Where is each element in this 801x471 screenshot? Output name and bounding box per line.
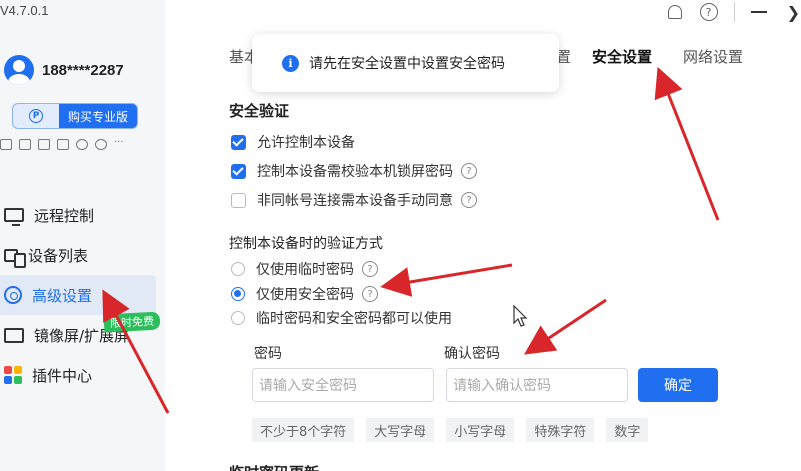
arrow-to-security-password-radio	[380, 263, 513, 297]
buy-pro-button[interactable]: P 购买专业版	[12, 103, 138, 129]
more-icon[interactable]: ···	[114, 138, 126, 150]
radio-temp-password[interactable]: 仅使用临时密码 ?	[231, 259, 378, 279]
rule-tag: 特殊字符	[526, 418, 595, 442]
checkbox[interactable]	[231, 134, 246, 150]
rule-tag: 不少于8个字符	[252, 418, 355, 442]
free-badge: 限时免费	[103, 311, 161, 333]
sidebar: V4.7.0.1 188****2287 P 购买专业版 ··· 远程控制 设备…	[0, 0, 165, 471]
close-icon[interactable]: ❯	[787, 3, 800, 22]
checkbox[interactable]	[231, 192, 246, 208]
pro-icon-wrap: P	[13, 104, 59, 128]
confirm-button[interactable]: 确定	[638, 368, 718, 402]
divider	[733, 2, 735, 22]
radio-both-passwords[interactable]: 临时密码和安全密码都可以使用	[231, 308, 452, 328]
option-allow-control[interactable]: 允许控制本设备	[231, 132, 355, 152]
bell-icon[interactable]	[667, 5, 682, 19]
rule-tag: 小写字母	[446, 418, 515, 442]
sidebar-item-label: 远程控制	[34, 206, 95, 225]
option-manual-approve[interactable]: 非同帐号连接需本设备手动同意 ?	[231, 190, 477, 210]
radio-button[interactable]	[231, 262, 245, 276]
app-version: V4.7.0.1	[0, 3, 49, 18]
sidebar-item-advanced-settings[interactable]: 高级设置	[0, 275, 156, 315]
mirror-screen-icon	[4, 327, 24, 343]
sidebar-item-device-list[interactable]: 设备列表	[0, 235, 165, 275]
sidebar-item-plugin-center[interactable]: 插件中心	[0, 355, 165, 395]
info-icon: i	[282, 54, 299, 72]
plugin-icon	[4, 366, 22, 384]
option-label: 允许控制本设备	[257, 135, 355, 151]
radio-label: 临时密码和安全密码都可以使用	[256, 311, 452, 327]
section-title-verify: 控制本设备时的验证方式	[229, 236, 383, 252]
app-window: V4.7.0.1 188****2287 P 购买专业版 ··· 远程控制 设备…	[0, 0, 801, 471]
window-controls: ? ❯	[667, 0, 801, 24]
tab-network-settings[interactable]: 网络设置	[683, 46, 743, 67]
section-title-security: 安全验证	[229, 102, 290, 120]
radio-button[interactable]	[231, 287, 245, 301]
devices-icon	[4, 248, 26, 268]
password-rules: 不少于8个字符 大写字母 小写字母 特殊字符 数字	[252, 418, 649, 442]
help-icon[interactable]: ?	[699, 3, 718, 21]
option-lock-password[interactable]: 控制本设备需校验本机锁屏密码 ?	[231, 161, 477, 181]
feature-monitor-icon[interactable]	[57, 139, 69, 150]
help-icon[interactable]: ?	[461, 192, 477, 208]
confirm-password-input[interactable]: 请输入确认密码	[446, 368, 628, 402]
arrow-to-security-tab	[654, 66, 720, 221]
feature-icons: ···	[0, 138, 126, 150]
sidebar-item-label: 设备列表	[28, 246, 89, 265]
confirm-password-label: 确认密码	[444, 346, 500, 362]
radio-label: 仅使用临时密码	[256, 262, 354, 278]
feature-rocket-icon[interactable]	[76, 139, 88, 150]
password-input[interactable]: 请输入安全密码	[252, 368, 434, 402]
cursor-icon	[513, 305, 528, 327]
feature-screen-icon[interactable]	[19, 139, 31, 150]
arrow-to-confirm-field	[524, 298, 607, 355]
toast-message: i 请先在安全设置中设置安全密码	[252, 34, 559, 92]
section-title-temp-update: 临时密码更新	[229, 462, 319, 471]
tab-security-settings[interactable]: 安全设置	[592, 46, 652, 67]
buy-pro-label: 购买专业版	[67, 109, 128, 124]
help-icon[interactable]: ?	[461, 163, 477, 179]
minimize-button[interactable]	[750, 11, 767, 13]
settings-icon	[4, 286, 22, 304]
user-name: 188****2287	[42, 61, 124, 79]
radio-label: 仅使用安全密码	[256, 287, 354, 303]
sidebar-item-remote-control[interactable]: 远程控制	[0, 195, 165, 235]
radio-security-password[interactable]: 仅使用安全密码 ?	[231, 284, 378, 304]
option-label: 非同帐号连接需本设备手动同意	[257, 193, 453, 209]
toast-text: 请先在安全设置中设置安全密码	[309, 56, 505, 72]
pro-icon: P	[29, 109, 43, 123]
checkbox[interactable]	[231, 163, 246, 179]
monitor-icon	[4, 208, 24, 226]
avatar-icon[interactable]	[4, 55, 34, 85]
radio-button[interactable]	[231, 311, 245, 325]
password-label: 密码	[254, 346, 282, 362]
feature-circle-icon[interactable]	[95, 139, 107, 150]
rule-tag: 大写字母	[366, 418, 435, 442]
help-icon[interactable]: ?	[362, 286, 378, 302]
sidebar-nav: 远程控制 设备列表 高级设置 镜像屏/扩展屏 插件中心 限时免费	[0, 195, 165, 395]
user-profile[interactable]: 188****2287	[4, 55, 124, 85]
option-label: 控制本设备需校验本机锁屏密码	[257, 164, 453, 180]
sidebar-item-label: 插件中心	[32, 366, 93, 385]
sidebar-item-label: 高级设置	[32, 286, 93, 305]
help-icon[interactable]: ?	[362, 261, 378, 277]
feature-gamepad-icon[interactable]	[0, 139, 12, 150]
feature-image-icon[interactable]	[38, 139, 50, 150]
rule-tag: 数字	[606, 418, 649, 442]
